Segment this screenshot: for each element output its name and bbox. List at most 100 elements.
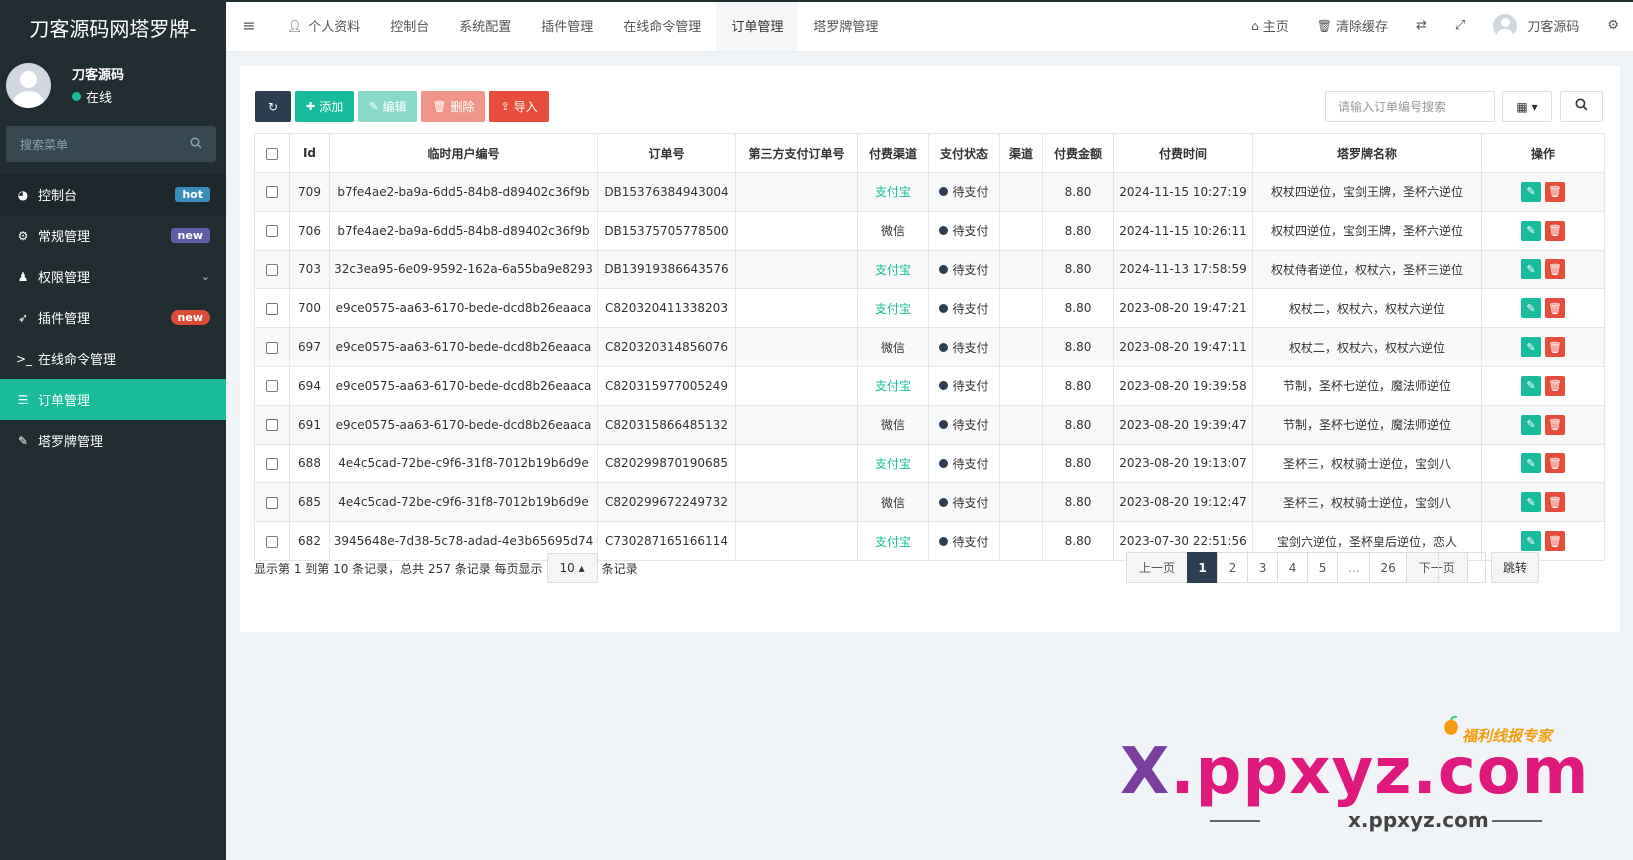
row-checkbox-cell[interactable] — [254, 210, 290, 251]
row-checkbox[interactable] — [266, 419, 278, 432]
jump-page-input[interactable] — [1438, 552, 1486, 583]
pay-channel-label[interactable]: 支付宝 — [875, 457, 911, 471]
sidebar-item-permissions[interactable]: ♟ 权限管理 ⌄ — [0, 256, 226, 297]
row-checkbox-cell[interactable] — [254, 172, 290, 212]
table-row[interactable]: 703 32c3ea95-6e09-9592-162a-6a55ba9e8293… — [254, 249, 1605, 290]
page-button[interactable]: 26 — [1369, 552, 1407, 583]
tab-system-config[interactable]: 系统配置 — [444, 1, 526, 51]
prev-page-button[interactable]: 上一页 — [1126, 552, 1189, 583]
header-amount[interactable]: 付费金额 — [1042, 133, 1114, 173]
row-checkbox-cell[interactable] — [254, 365, 290, 406]
row-edit-button[interactable]: ✎ — [1521, 531, 1541, 552]
add-button[interactable]: ✚ 添加 — [295, 91, 355, 122]
sidebar-search-input[interactable]: 搜索菜单 — [6, 126, 216, 162]
columns-dropdown-button[interactable]: ▦ ▾ — [1502, 91, 1552, 122]
header-pay-status[interactable]: 支付状态 — [928, 133, 1000, 173]
row-edit-button[interactable]: ✎ — [1521, 375, 1541, 396]
row-checkbox-cell[interactable] — [254, 482, 290, 523]
header-order[interactable]: 订单号 — [597, 133, 736, 173]
tab-profile[interactable]: 👤︎ 个人资料 — [272, 1, 375, 51]
search-button[interactable] — [1560, 91, 1603, 122]
sidebar-item-dashboard[interactable]: ◕ 控制台 hot — [0, 174, 226, 215]
translate-icon[interactable]: ⇄ — [1402, 1, 1441, 51]
header-time[interactable]: 付费时间 — [1113, 133, 1253, 173]
import-button[interactable]: ⇪ 导入 — [489, 91, 549, 122]
sidebar-item-general[interactable]: ⚙ 常规管理 new — [0, 215, 226, 256]
table-row[interactable]: 697 e9ce0575-aa63-6170-bede-dcd8b26eaaca… — [254, 327, 1605, 367]
search-icon[interactable] — [190, 136, 202, 152]
row-delete-button[interactable]: 🗑︎ — [1545, 375, 1565, 396]
row-checkbox[interactable] — [266, 341, 278, 354]
page-button[interactable]: 3 — [1247, 552, 1279, 583]
header-tarot-name[interactable]: 塔罗牌名称 — [1252, 133, 1482, 173]
page-size-dropdown[interactable]: 10 ▴ — [546, 553, 598, 583]
page-button[interactable]: 1 — [1187, 552, 1219, 583]
row-delete-button[interactable]: 🗑︎ — [1545, 414, 1565, 435]
page-button[interactable]: 2 — [1217, 552, 1249, 583]
tab-plugins[interactable]: 插件管理 — [526, 1, 608, 51]
row-checkbox[interactable] — [266, 186, 278, 199]
home-link[interactable]: ⌂ 主页 — [1237, 1, 1303, 51]
row-delete-button[interactable]: 🗑︎ — [1545, 298, 1565, 319]
app-logo[interactable]: 刀客源码网塔罗牌- — [0, 0, 226, 54]
tab-tarot[interactable]: 塔罗牌管理 — [798, 1, 893, 51]
clear-cache-button[interactable]: 🗑︎ 清除缓存 — [1303, 1, 1402, 51]
row-checkbox-cell[interactable] — [254, 249, 290, 290]
header-pay-channel[interactable]: 付费渠道 — [857, 133, 929, 173]
page-button[interactable]: 5 — [1307, 552, 1339, 583]
row-checkbox-cell[interactable] — [254, 288, 290, 329]
table-row[interactable]: 700 e9ce0575-aa63-6170-bede-dcd8b26eaaca… — [254, 288, 1605, 329]
sidebar-item-commands[interactable]: >_ 在线命令管理 — [0, 338, 226, 379]
tab-commands[interactable]: 在线命令管理 — [608, 1, 716, 51]
table-row[interactable]: 694 e9ce0575-aa63-6170-bede-dcd8b26eaaca… — [254, 365, 1605, 406]
header-checkbox[interactable] — [254, 133, 290, 173]
row-edit-button[interactable]: ✎ — [1521, 492, 1541, 513]
row-delete-button[interactable]: 🗑︎ — [1545, 453, 1565, 474]
pay-channel-label[interactable]: 支付宝 — [875, 302, 911, 316]
row-edit-button[interactable]: ✎ — [1521, 453, 1541, 474]
sidebar-item-tarot[interactable]: ✎ 塔罗牌管理 — [0, 420, 226, 461]
menu-toggle-icon[interactable]: ≡ — [226, 16, 272, 35]
row-checkbox-cell[interactable] — [254, 404, 290, 445]
tab-dashboard[interactable]: 控制台 — [375, 1, 444, 51]
order-search-input[interactable]: 请输入订单编号搜索 — [1325, 91, 1495, 122]
sidebar-item-plugins[interactable]: ➶ 插件管理 new — [0, 297, 226, 338]
user-menu[interactable]: 刀客源码 — [1479, 1, 1593, 51]
header-uid[interactable]: 临时用户编号 — [329, 133, 598, 173]
edit-button[interactable]: ✎ 编辑 — [358, 91, 418, 122]
jump-button[interactable]: 跳转 — [1491, 552, 1539, 583]
row-delete-button[interactable]: 🗑︎ — [1545, 181, 1565, 202]
row-edit-button[interactable]: ✎ — [1521, 414, 1541, 435]
row-checkbox[interactable] — [266, 457, 278, 470]
header-third-order[interactable]: 第三方支付订单号 — [735, 133, 858, 173]
row-delete-button[interactable]: 🗑︎ — [1545, 531, 1565, 552]
settings-gear-icon[interactable]: ⚙ — [1593, 1, 1633, 51]
row-edit-button[interactable]: ✎ — [1521, 337, 1541, 358]
table-row[interactable]: 685 4e4c5cad-72be-c9f6-31f8-7012b19b6d9e… — [254, 482, 1605, 523]
row-checkbox[interactable] — [266, 302, 278, 315]
row-checkbox[interactable] — [266, 380, 278, 393]
row-edit-button[interactable]: ✎ — [1521, 220, 1541, 241]
row-checkbox[interactable] — [266, 496, 278, 509]
row-checkbox-cell[interactable] — [254, 327, 290, 367]
sidebar-item-orders[interactable]: ☰ 订单管理 — [0, 379, 226, 420]
row-delete-button[interactable]: 🗑︎ — [1545, 337, 1565, 358]
table-row[interactable]: 688 4e4c5cad-72be-c9f6-31f8-7012b19b6d9e… — [254, 443, 1605, 484]
row-checkbox[interactable] — [266, 535, 278, 548]
page-button[interactable]: 4 — [1277, 552, 1309, 583]
table-row[interactable]: 709 b7fe4ae2-ba9a-6dd5-84b8-d89402c36f9b… — [254, 172, 1605, 212]
select-all-checkbox[interactable] — [266, 147, 278, 160]
row-checkbox[interactable] — [266, 225, 278, 238]
pay-channel-label[interactable]: 支付宝 — [875, 535, 911, 549]
row-edit-button[interactable]: ✎ — [1521, 259, 1541, 280]
row-delete-button[interactable]: 🗑︎ — [1545, 259, 1565, 280]
table-row[interactable]: 706 b7fe4ae2-ba9a-6dd5-84b8-d89402c36f9b… — [254, 210, 1605, 251]
refresh-button[interactable]: ↻ — [255, 91, 291, 122]
delete-button[interactable]: 🗑︎ 删除 — [421, 91, 486, 122]
header-id[interactable]: Id — [289, 133, 330, 173]
fullscreen-icon[interactable]: ⤢ — [1441, 1, 1479, 51]
header-channel[interactable]: 渠道 — [999, 133, 1043, 173]
tab-orders[interactable]: 订单管理 — [716, 0, 799, 51]
row-edit-button[interactable]: ✎ — [1521, 181, 1541, 202]
row-delete-button[interactable]: 🗑︎ — [1545, 220, 1565, 241]
